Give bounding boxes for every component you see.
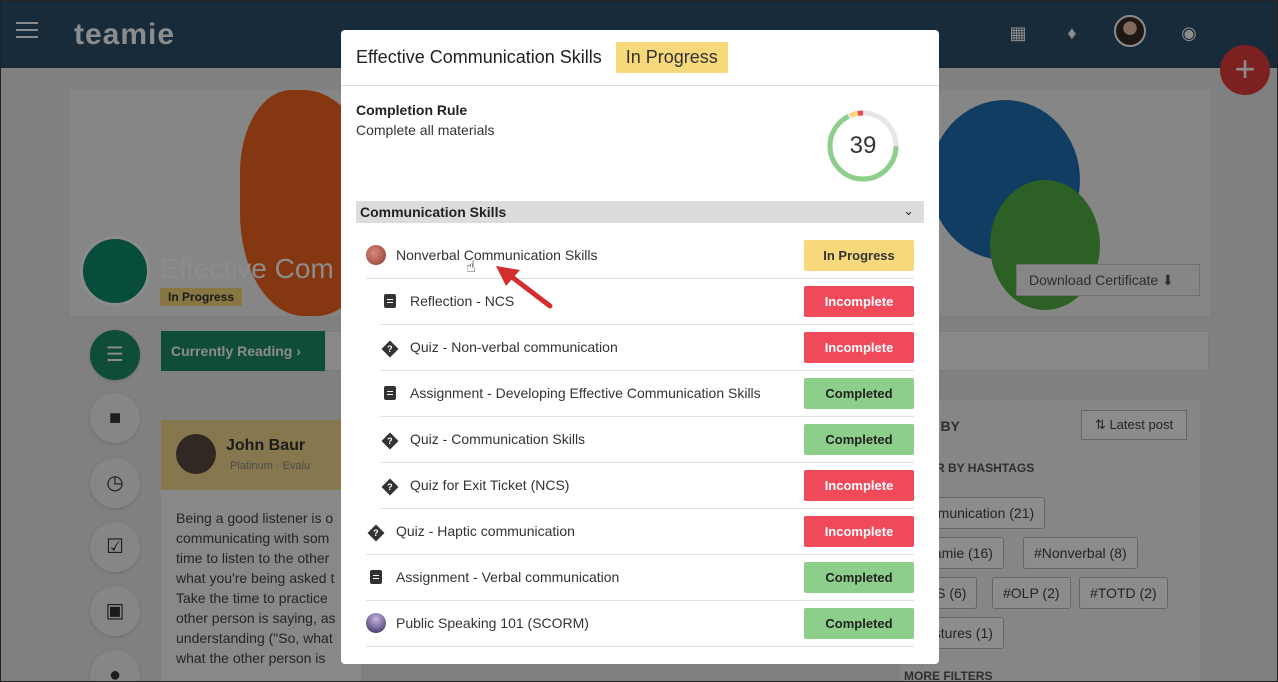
status-badge[interactable]: Completed [804, 608, 914, 639]
status-badge[interactable]: Incomplete [804, 516, 914, 547]
annotation-arrow [496, 266, 553, 309]
course-thumb-icon [366, 613, 386, 633]
item-label[interactable]: Quiz - Communication Skills [410, 431, 585, 447]
progress-value: 39 [849, 132, 877, 159]
progress-modal: Effective Communication Skills In Progre… [341, 30, 939, 664]
list-item[interactable]: Assignment - Developing Effective Commun… [380, 371, 914, 417]
item-label[interactable]: Nonverbal Communication Skills [396, 247, 598, 263]
modal-header: Effective Communication Skills In Progre… [341, 30, 939, 86]
status-badge[interactable]: Completed [804, 378, 914, 409]
item-label[interactable]: Assignment - Developing Effective Commun… [410, 385, 761, 401]
list-item[interactable]: ? Quiz - Communication Skills Completed [380, 417, 914, 463]
status-badge[interactable]: Completed [804, 562, 914, 593]
status-badge[interactable]: Incomplete [804, 332, 914, 363]
status-badge[interactable]: Completed [804, 424, 914, 455]
item-label[interactable]: Quiz - Non-verbal communication [410, 339, 618, 355]
section-header[interactable]: Communication Skills ⌄ [356, 201, 924, 223]
course-thumb-icon [366, 245, 386, 265]
quiz-diamond-icon: ? [381, 432, 399, 450]
quiz-diamond-icon: ? [381, 340, 399, 358]
item-label[interactable]: Public Speaking 101 (SCORM) [396, 615, 589, 631]
status-badge[interactable]: In Progress [804, 240, 914, 271]
item-label[interactable]: Assignment - Verbal communication [396, 569, 619, 585]
list-item[interactable]: Public Speaking 101 (SCORM) Completed [366, 601, 914, 647]
status-badge[interactable]: Incomplete [804, 286, 914, 317]
list-item[interactable]: ? Quiz - Haptic communication Incomplete [366, 509, 914, 555]
chevron-down-icon[interactable]: ⌄ [903, 203, 914, 219]
quiz-diamond-icon: ? [367, 524, 385, 542]
list-item[interactable]: Nonverbal Communication Skills In Progres… [366, 233, 914, 279]
list-item[interactable]: ? Quiz - Non-verbal communication Incomple… [380, 325, 914, 371]
clipboard-icon [382, 294, 398, 310]
modal-status-badge: In Progress [615, 42, 728, 73]
list-item[interactable]: ? Quiz for Exit Ticket (NCS) Incomplete [380, 463, 914, 509]
completion-rule-description: Complete all materials [356, 122, 495, 138]
status-badge[interactable]: Incomplete [804, 470, 914, 501]
hand-cursor-icon: ☝ [466, 259, 476, 276]
list-item[interactable]: Reflection - NCS Incomplete [380, 279, 914, 325]
quiz-diamond-icon: ? [381, 478, 399, 496]
list-item[interactable]: Assignment - Verbal communication Complet… [366, 555, 914, 601]
clipboard-icon [382, 386, 398, 402]
item-label[interactable]: Quiz for Exit Ticket (NCS) [410, 477, 569, 493]
item-label[interactable]: Quiz - Haptic communication [396, 523, 575, 539]
modal-title: Effective Communication Skills [356, 47, 602, 67]
section-title: Communication Skills [360, 204, 507, 220]
clipboard-icon [368, 570, 384, 586]
completion-rule-title: Completion Rule [356, 102, 468, 118]
